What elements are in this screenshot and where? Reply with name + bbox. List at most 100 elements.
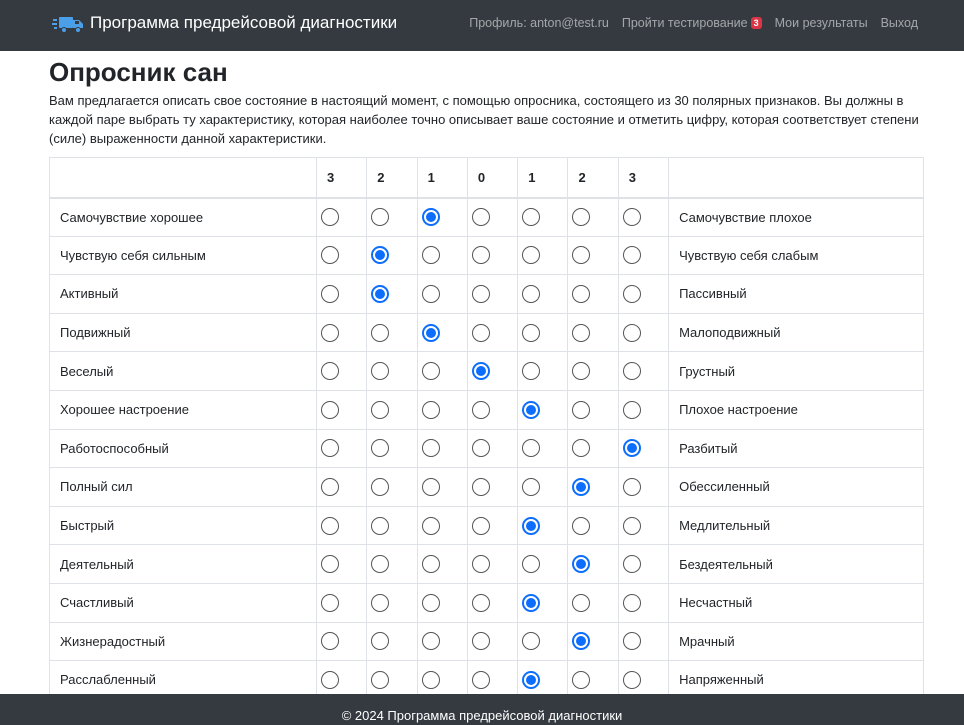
- score-radio[interactable]: [572, 555, 591, 574]
- score-radio[interactable]: [421, 632, 440, 651]
- score-radio[interactable]: [421, 477, 440, 496]
- score-radio[interactable]: [522, 284, 541, 303]
- score-radio[interactable]: [522, 362, 541, 381]
- score-radio[interactable]: [471, 208, 490, 227]
- score-radio[interactable]: [421, 323, 440, 342]
- score-radio[interactable]: [622, 516, 641, 535]
- score-radio[interactable]: [471, 362, 490, 381]
- score-radio[interactable]: [622, 208, 641, 227]
- score-radio[interactable]: [421, 670, 440, 689]
- score-radio[interactable]: [371, 208, 390, 227]
- score-radio[interactable]: [421, 362, 440, 381]
- score-radio[interactable]: [321, 632, 339, 651]
- score-radio[interactable]: [421, 284, 440, 303]
- score-radio[interactable]: [371, 632, 390, 651]
- score-radio[interactable]: [371, 362, 390, 381]
- score-radio[interactable]: [471, 284, 490, 303]
- score-radio[interactable]: [622, 284, 641, 303]
- score-radio[interactable]: [522, 670, 541, 689]
- score-radio[interactable]: [321, 670, 339, 689]
- score-radio[interactable]: [421, 593, 440, 612]
- score-radio[interactable]: [321, 477, 339, 496]
- score-radio[interactable]: [371, 477, 390, 496]
- score-radio[interactable]: [471, 246, 490, 265]
- score-radio[interactable]: [421, 439, 440, 458]
- score-radio[interactable]: [522, 439, 541, 458]
- score-radio[interactable]: [321, 323, 339, 342]
- score-radio[interactable]: [321, 555, 339, 574]
- score-radio[interactable]: [471, 477, 490, 496]
- radio-cell: [617, 197, 670, 237]
- score-radio[interactable]: [471, 593, 490, 612]
- nav-profile-link[interactable]: Профиль: anton@test.ru: [469, 16, 609, 30]
- score-radio[interactable]: [421, 400, 440, 419]
- score-radio[interactable]: [572, 632, 591, 651]
- score-radio[interactable]: [522, 400, 541, 419]
- score-radio[interactable]: [622, 632, 641, 651]
- score-radio[interactable]: [622, 246, 641, 265]
- score-radio[interactable]: [371, 670, 390, 689]
- score-radio[interactable]: [371, 516, 390, 535]
- score-radio[interactable]: [371, 400, 390, 419]
- score-radio[interactable]: [572, 246, 591, 265]
- score-radio[interactable]: [572, 208, 591, 227]
- score-radio[interactable]: [622, 670, 641, 689]
- score-radio[interactable]: [421, 555, 440, 574]
- score-radio[interactable]: [572, 323, 591, 342]
- score-radio[interactable]: [371, 555, 390, 574]
- score-radio[interactable]: [522, 555, 541, 574]
- score-radio[interactable]: [371, 593, 390, 612]
- score-radio[interactable]: [622, 362, 641, 381]
- score-radio[interactable]: [421, 246, 440, 265]
- nav-take-test-link[interactable]: Пройти тестирование 3: [622, 16, 762, 30]
- score-radio[interactable]: [522, 477, 541, 496]
- score-radio[interactable]: [371, 284, 390, 303]
- left-trait: Веселый: [49, 351, 317, 391]
- score-radio[interactable]: [371, 246, 390, 265]
- score-radio[interactable]: [522, 593, 541, 612]
- score-radio[interactable]: [471, 439, 490, 458]
- score-radio[interactable]: [572, 516, 591, 535]
- nav-logout-link[interactable]: Выход: [881, 16, 918, 30]
- score-radio[interactable]: [321, 593, 339, 612]
- score-radio[interactable]: [572, 284, 591, 303]
- score-radio[interactable]: [572, 362, 591, 381]
- score-radio[interactable]: [622, 477, 641, 496]
- score-radio[interactable]: [622, 323, 641, 342]
- score-radio[interactable]: [471, 670, 490, 689]
- score-radio[interactable]: [622, 400, 641, 419]
- score-radio[interactable]: [471, 632, 490, 651]
- score-radio[interactable]: [522, 323, 541, 342]
- nav-results-link[interactable]: Мои результаты: [775, 16, 868, 30]
- score-radio[interactable]: [321, 439, 339, 458]
- score-radio[interactable]: [622, 555, 641, 574]
- score-radio[interactable]: [471, 400, 490, 419]
- score-radio[interactable]: [421, 516, 440, 535]
- brand[interactable]: Программа предрейсовой диагностики: [52, 12, 397, 34]
- score-radio[interactable]: [371, 439, 390, 458]
- score-radio[interactable]: [471, 555, 490, 574]
- score-radio[interactable]: [522, 208, 541, 227]
- score-radio[interactable]: [522, 246, 541, 265]
- score-radio[interactable]: [471, 516, 490, 535]
- score-radio[interactable]: [421, 208, 440, 227]
- score-radio[interactable]: [471, 323, 490, 342]
- score-radio[interactable]: [321, 400, 339, 419]
- score-radio[interactable]: [321, 516, 339, 535]
- score-radio[interactable]: [572, 670, 591, 689]
- score-radio[interactable]: [572, 439, 591, 458]
- score-radio[interactable]: [622, 593, 641, 612]
- left-trait: Работоспособный: [49, 428, 317, 469]
- score-radio[interactable]: [572, 400, 591, 419]
- score-radio[interactable]: [321, 284, 339, 303]
- radio-cell: [416, 544, 468, 584]
- score-radio[interactable]: [321, 208, 339, 227]
- score-radio[interactable]: [321, 362, 339, 381]
- score-radio[interactable]: [572, 477, 591, 496]
- score-radio[interactable]: [371, 323, 390, 342]
- score-radio[interactable]: [622, 439, 641, 458]
- score-radio[interactable]: [321, 246, 339, 265]
- score-radio[interactable]: [522, 632, 541, 651]
- score-radio[interactable]: [522, 516, 541, 535]
- score-radio[interactable]: [572, 593, 591, 612]
